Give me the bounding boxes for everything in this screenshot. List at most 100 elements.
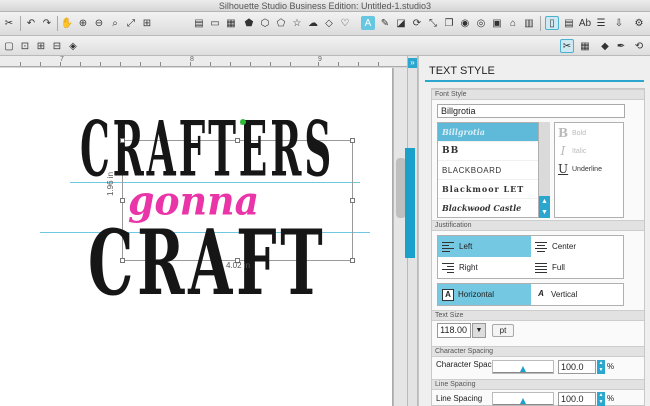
line-spacing-thumb[interactable] [520,398,526,404]
line-spacing-input[interactable]: 100.0 [558,392,596,406]
zoom-in-icon[interactable]: ⊕ [76,16,90,30]
dashboard-icon[interactable]: ▦ [578,39,592,53]
list-icon[interactable]: ☰ [594,16,608,30]
character-spacing-input[interactable]: 100.0 [558,360,596,374]
panel-title-underline [425,80,644,82]
redo-icon[interactable]: ↷ [40,16,54,30]
pentagon-icon[interactable]: ⬟ [242,16,256,30]
pentagon-outline-icon[interactable]: ⬠ [274,16,288,30]
compound-path-icon[interactable]: ◈ [66,39,80,53]
font-name-field[interactable]: Billgrotia [437,104,625,118]
text-style-panel: TEXT STYLE Font Style Billgrotia Billgro… [418,56,650,406]
zoom-out-icon[interactable]: ⊖ [92,16,106,30]
justify-left-button[interactable]: Left [438,236,531,257]
hand-icon[interactable]: ✋ [60,16,74,30]
rotate-icon[interactable]: ⟳ [410,16,424,30]
send-icon[interactable]: ⇩ [612,16,626,30]
rectangle-tool-icon[interactable]: ▭ [208,16,222,30]
italic-icon: I [560,144,566,158]
justify-center-button[interactable]: Center [531,236,624,257]
font-list-item[interactable]: BLACKBOARD [438,161,538,180]
toolbar-separator [57,16,58,31]
knife-icon[interactable]: ✎ [378,16,392,30]
star-icon[interactable]: ☆ [290,16,304,30]
shape-icon[interactable]: ◇ [322,16,336,30]
replicate-icon[interactable]: ❐ [442,16,456,30]
store-icon[interactable]: ⌂ [506,16,520,30]
font-list-item[interactable]: Blackwood Castle [438,199,538,217]
justify-full-button[interactable]: Full [531,257,624,278]
collapse-panel-button[interactable]: » [408,58,417,68]
modify-icon[interactable]: ◉ [458,16,472,30]
design-canvas[interactable]: 7 8 9 CRAFTERS gonna CRAFT 4.02 in 1.96 … [0,56,407,406]
grid-icon[interactable]: ▦ [224,16,238,30]
resize-handle[interactable] [350,138,355,143]
vertical-text-icon: A [535,288,547,301]
character-spacing-percent: % [607,362,615,371]
vertical-direction-button[interactable]: A Vertical [531,284,624,305]
resize-handle[interactable] [120,258,125,263]
character-spacing-thumb[interactable] [520,366,526,372]
character-spacing-slider[interactable] [492,360,554,374]
group-icon[interactable]: ⊞ [34,39,48,53]
font-list-item[interactable]: Billgrotia [438,123,538,142]
window-title: Silhouette Studio Business Edition: Unti… [218,1,432,11]
justify-left-label: Left [459,242,473,251]
line-spacing-slider[interactable] [492,392,554,406]
scroll-up-icon[interactable]: ▲ [539,196,550,207]
font-list-item[interactable]: Blackmoor LET [438,180,538,199]
fit-page-icon[interactable]: ⤢ [124,16,138,30]
trace-icon[interactable]: ▣ [490,16,504,30]
fit-selection-icon[interactable]: ⊞ [140,16,154,30]
text-icon[interactable]: A [361,16,375,30]
design-page-icon[interactable]: ▤ [562,16,576,30]
underline-label: Underline [572,165,602,173]
cut-settings-icon[interactable]: ✂ [560,39,574,53]
align-full-icon [535,262,547,273]
cutting-mat-page[interactable]: CRAFTERS gonna CRAFT 4.02 in 1.96 in [0,68,393,406]
polygon-icon[interactable]: ⬡ [258,16,272,30]
brush-icon[interactable]: ✒ [614,39,628,53]
settings-icon[interactable]: ⚙ [632,16,646,30]
zoom-area-icon[interactable]: ⌕ [108,16,122,30]
scissors-icon[interactable]: ✂ [2,16,16,30]
font-list-scrollbar[interactable]: ▲ ▼ [539,122,550,218]
resize-handle[interactable] [120,138,125,143]
text-size-dropdown-icon[interactable]: ▼ [472,323,486,338]
font-list[interactable]: Billgrotia BB BLACKBOARD Blackmoor LET B… [437,122,539,218]
resize-handle[interactable] [350,258,355,263]
eraser-icon[interactable]: ◪ [394,16,408,30]
font-icon[interactable]: Ab [578,16,592,30]
transform-icon[interactable]: ⤡ [426,16,440,30]
character-spacing-heading: Character Spacing [432,346,644,357]
resize-handle[interactable] [235,138,240,143]
heart-icon[interactable]: ♡ [338,16,352,30]
font-list-item[interactable]: BB [438,142,538,161]
bold-toggle[interactable]: B Bold [558,125,586,141]
line-spacing-stepper[interactable]: ▲ ▼ [597,392,605,406]
scroll-down-icon[interactable]: ▼ [539,207,550,218]
offset-icon[interactable]: ◎ [474,16,488,30]
italic-toggle[interactable]: I Italic [558,143,587,159]
cloud-icon[interactable]: ☁ [306,16,320,30]
resize-handle[interactable] [120,198,125,203]
ungroup-icon[interactable]: ⊟ [50,39,64,53]
horizontal-direction-button[interactable]: A Horizontal [438,284,531,305]
point-edit-icon[interactable]: ⊡ [18,39,32,53]
justify-right-button[interactable]: Right [438,257,531,278]
panel-resize-handle[interactable] [405,148,415,258]
text-size-input[interactable]: 118.00 [437,323,471,338]
library-icon[interactable]: ▥ [522,16,536,30]
eraser-panel-icon[interactable]: ◆ [598,39,612,53]
select-icon[interactable]: ▢ [2,39,16,53]
line-tool-icon[interactable]: ▤ [192,16,206,30]
justification-heading: Justification [432,220,644,231]
page-setup-icon[interactable]: ▯ [545,16,559,30]
undo-icon[interactable]: ↶ [24,16,38,30]
underline-toggle[interactable]: U Underline [558,161,602,177]
resize-handle[interactable] [350,198,355,203]
character-spacing-stepper[interactable]: ▲ ▼ [597,360,605,374]
text-size-unit-button[interactable]: pt [492,324,514,337]
share-icon[interactable]: ⟲ [632,39,646,53]
rotate-handle[interactable] [240,119,246,125]
